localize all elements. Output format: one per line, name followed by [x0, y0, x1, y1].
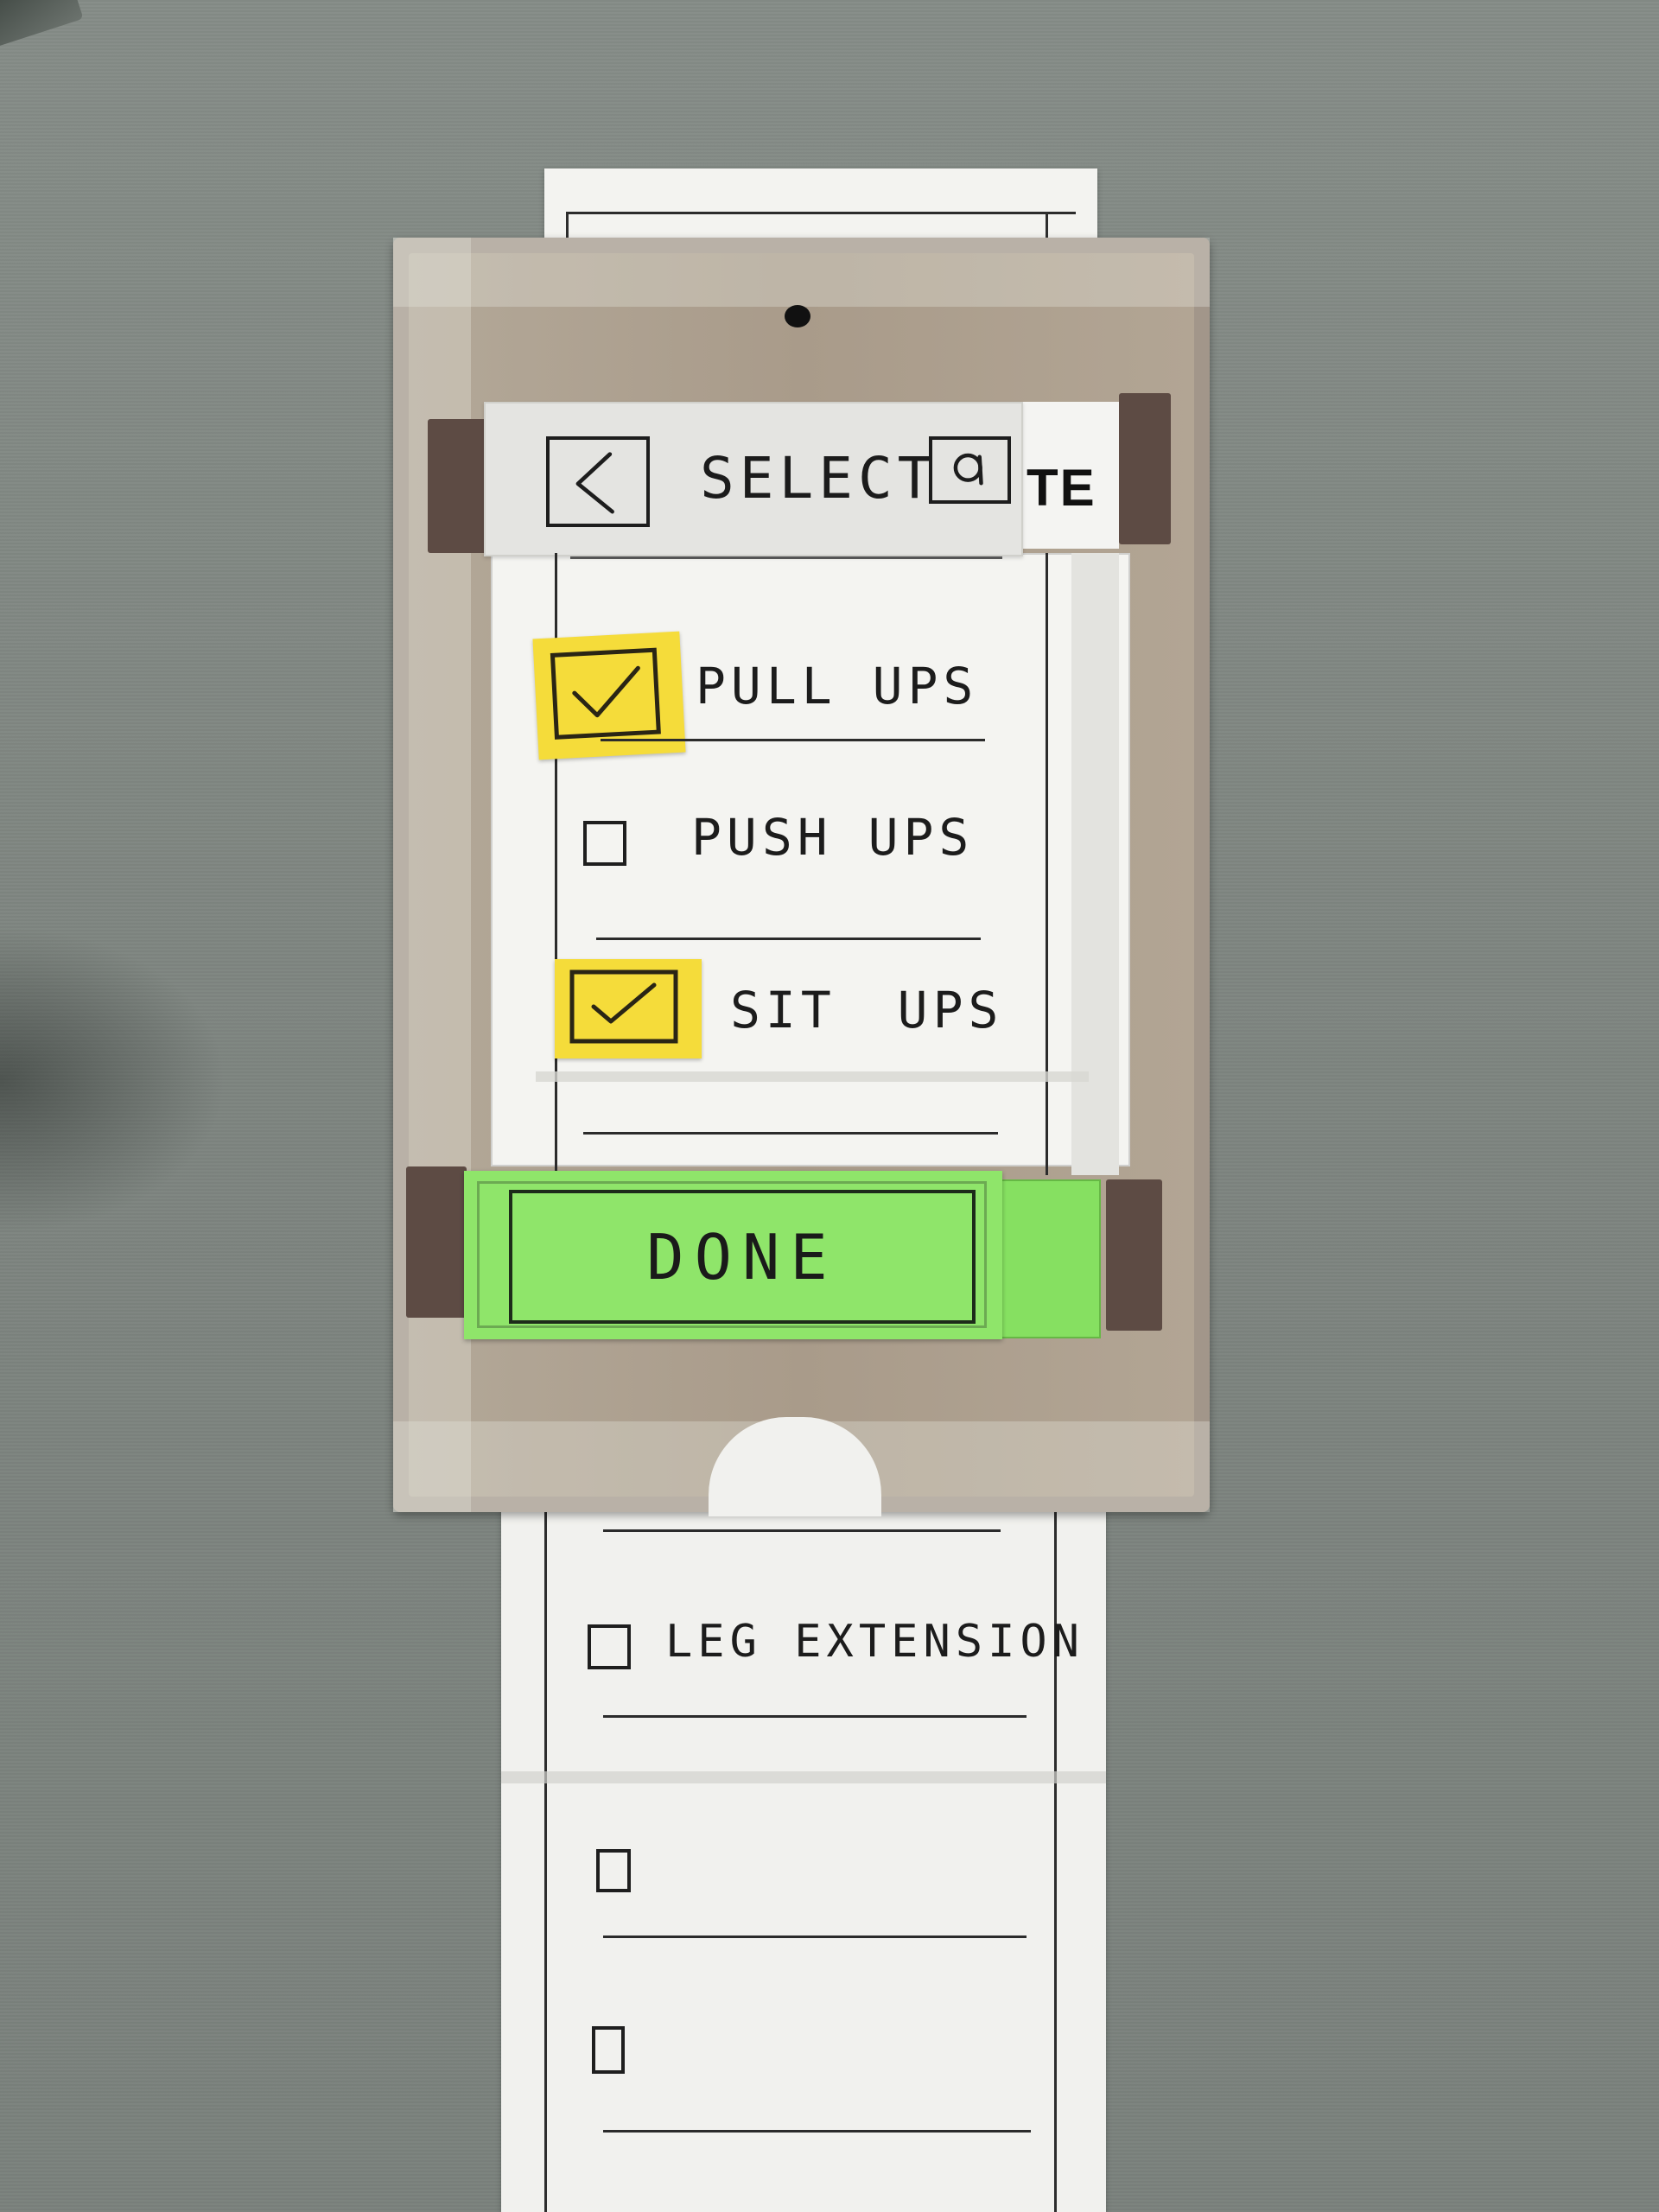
list-divider — [603, 1715, 1027, 1718]
search-icon — [953, 453, 983, 486]
list-item-label: PULL UPS — [696, 657, 979, 715]
list-divider — [603, 1936, 1027, 1938]
checkbox-empty[interactable] — [583, 821, 626, 866]
checkbox-empty[interactable] — [588, 1624, 631, 1669]
frame-tab — [406, 1166, 467, 1318]
done-button-label: DONE — [646, 1220, 838, 1294]
checkbox-empty[interactable] — [592, 2026, 625, 2074]
chevron-left-icon — [575, 452, 614, 514]
done-button[interactable]: DONE — [464, 1171, 1002, 1339]
checkmark-icon — [569, 969, 678, 1044]
checkbox-checked[interactable] — [555, 959, 702, 1058]
page-title: SELECT — [700, 445, 938, 512]
camera-dot — [785, 305, 810, 327]
frame-tab — [1119, 393, 1171, 544]
list-item-push-ups[interactable]: PUSH UPS — [536, 769, 1089, 942]
list-divider — [603, 2130, 1031, 2133]
exercise-list[interactable]: PULL UPS PUSH UPS SIT UPS — [532, 553, 1089, 1175]
paper-strip-bottom[interactable]: RM LEG EXTENSION — [501, 1439, 1106, 2212]
checkbox-empty[interactable] — [596, 1849, 631, 1892]
header-overflow-text: TE — [1027, 459, 1096, 517]
list-divider — [603, 1529, 1001, 1532]
list-item-label: PUSH UPS — [691, 808, 975, 867]
list-item-sit-ups[interactable]: SIT UPS — [536, 959, 1089, 1141]
list-item-label: SIT UPS — [730, 981, 1004, 1039]
list-item[interactable] — [501, 1832, 1054, 1970]
list-divider — [570, 556, 1002, 559]
list-item-label: LEG EXTENSION — [665, 1616, 1084, 1668]
list-divider — [601, 739, 985, 741]
list-divider — [583, 1132, 998, 1135]
list-item-pull-ups[interactable]: PULL UPS — [532, 588, 1089, 760]
back-button[interactable] — [546, 436, 650, 527]
frame-tab — [1106, 1179, 1162, 1331]
list-item[interactable] — [501, 2009, 1054, 2147]
list-divider — [596, 938, 981, 940]
search-button[interactable] — [929, 436, 1011, 504]
